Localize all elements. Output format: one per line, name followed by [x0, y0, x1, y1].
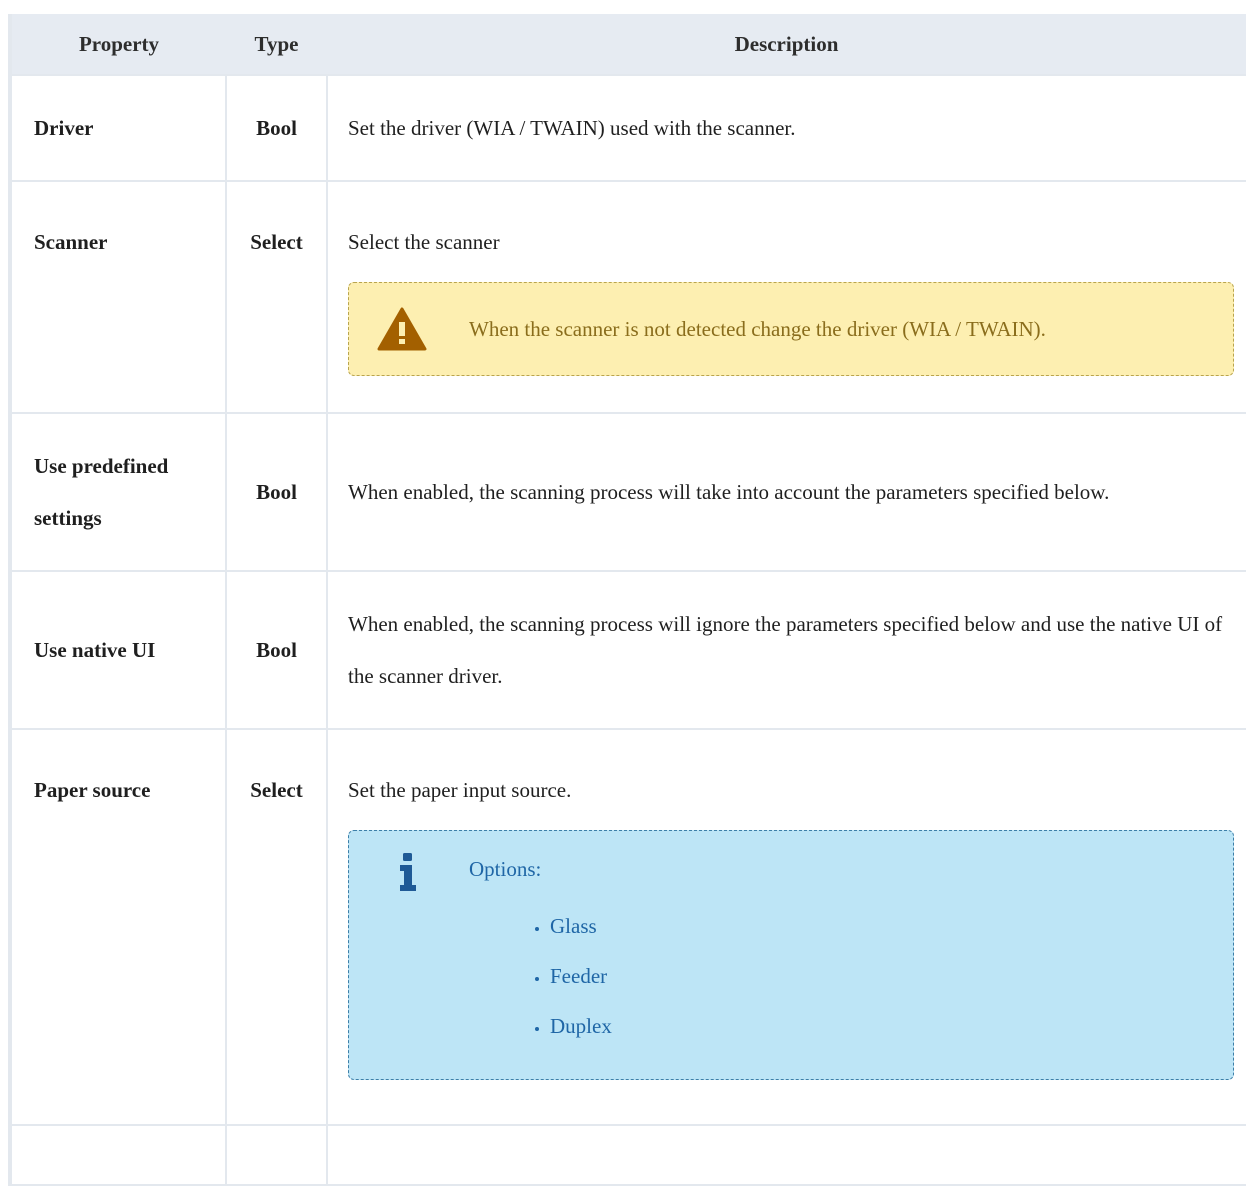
property-description: When enabled, the scanning process will …	[326, 570, 1246, 730]
table-row	[8, 1124, 1246, 1186]
property-name: Driver	[8, 74, 227, 182]
list-item: Feeder	[550, 951, 1233, 1001]
table-row: Driver Bool Set the driver (WIA / TWAIN)…	[8, 74, 1246, 182]
property-type: Bool	[225, 412, 328, 572]
list-item: Glass	[550, 901, 1233, 951]
table-row: Use native UI Bool When enabled, the sca…	[8, 570, 1246, 730]
properties-table-container: Property Type Description Driver Bool Se…	[8, 14, 1246, 1186]
empty-cell	[225, 1124, 328, 1186]
property-description-cell: Set the paper input source. Options: Gla…	[326, 728, 1246, 1126]
property-name: Paper source	[8, 728, 227, 1126]
property-type: Select	[225, 728, 328, 1126]
header-description: Description	[327, 14, 1246, 75]
property-type: Bool	[225, 570, 328, 730]
property-description: Set the driver (WIA / TWAIN) used with t…	[326, 74, 1246, 182]
empty-cell	[8, 1124, 227, 1186]
table-row: Paper source Select Set the paper input …	[8, 728, 1246, 1126]
options-list: Glass Feeder Duplex	[349, 901, 1233, 1051]
property-type: Bool	[225, 74, 328, 182]
properties-table: Property Type Description Driver Bool Se…	[8, 14, 1246, 1186]
warning-text: When the scanner is not detected change …	[469, 317, 1046, 341]
property-name: Use predefined settings	[8, 412, 227, 572]
warning-callout: When the scanner is not detected change …	[348, 282, 1234, 376]
header-type: Type	[226, 14, 327, 75]
table-header-row: Property Type Description	[8, 14, 1246, 75]
list-item: Duplex	[550, 1001, 1233, 1051]
info-callout: Options: Glass Feeder Duplex	[348, 830, 1234, 1080]
property-type: Select	[225, 180, 328, 414]
info-title: Options:	[469, 857, 542, 881]
empty-cell	[326, 1124, 1246, 1186]
header-property: Property	[8, 14, 226, 75]
warning-triangle-icon	[377, 307, 427, 351]
table-row: Scanner Select Select the scanner When t…	[8, 180, 1246, 414]
property-description: When enabled, the scanning process will …	[326, 412, 1246, 572]
property-name: Scanner	[8, 180, 227, 414]
property-name: Use native UI	[8, 570, 227, 730]
info-icon	[399, 853, 417, 910]
table-row: Use predefined settings Bool When enable…	[8, 412, 1246, 572]
property-description: Set the paper input source.	[348, 778, 572, 802]
property-description: Select the scanner	[348, 230, 500, 254]
property-description-cell: Select the scanner When the scanner is n…	[326, 180, 1246, 414]
